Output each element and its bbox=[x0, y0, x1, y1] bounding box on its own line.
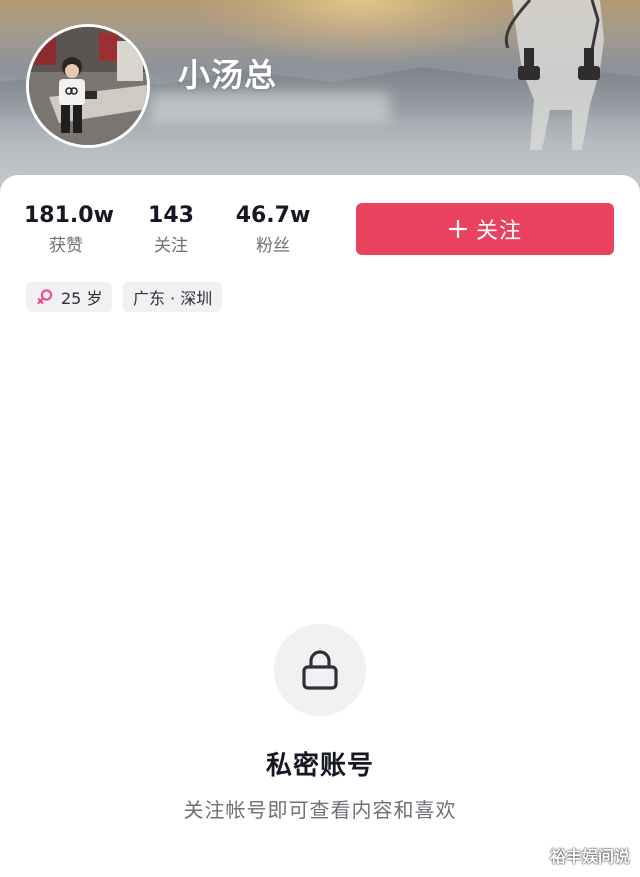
stat-likes[interactable]: 181.0w 获赞 bbox=[24, 201, 114, 259]
location-tag: 广东 · 深圳 bbox=[123, 282, 223, 312]
female-icon bbox=[37, 289, 53, 305]
fans-label: 粉丝 bbox=[256, 236, 290, 256]
horse-rider-figure bbox=[504, 0, 604, 150]
watermark: 裕丰娱间说 bbox=[549, 847, 630, 866]
private-account-description: 关注帐号即可查看内容和喜欢 bbox=[183, 798, 457, 822]
profile-card: 181.0w 获赞 143 关注 46.7w 粉丝 关注 25 岁 广东 · 深… bbox=[0, 175, 640, 877]
following-count: 143 bbox=[148, 203, 194, 228]
plus-icon bbox=[448, 219, 468, 239]
avatar[interactable] bbox=[26, 24, 150, 148]
profile-username: 小汤总 bbox=[178, 56, 278, 94]
banner-haze bbox=[150, 92, 390, 122]
user-avatar-photo bbox=[29, 27, 147, 145]
stat-fans[interactable]: 46.7w 粉丝 bbox=[232, 201, 314, 259]
fans-count: 46.7w bbox=[235, 203, 311, 228]
follow-button[interactable]: 关注 bbox=[356, 203, 614, 255]
private-account-title: 私密账号 bbox=[265, 751, 374, 781]
age-text: 25 岁 bbox=[61, 289, 103, 308]
lock-badge bbox=[274, 624, 366, 716]
likes-count: 181.0w bbox=[24, 203, 114, 228]
follow-button-label: 关注 bbox=[475, 219, 522, 244]
following-label: 关注 bbox=[154, 236, 188, 256]
location-text: 广东 · 深圳 bbox=[133, 289, 213, 308]
lock-icon bbox=[302, 650, 338, 690]
stat-following[interactable]: 143 关注 bbox=[142, 201, 200, 259]
age-tag: 25 岁 bbox=[26, 282, 113, 312]
likes-label: 获赞 bbox=[49, 236, 83, 256]
